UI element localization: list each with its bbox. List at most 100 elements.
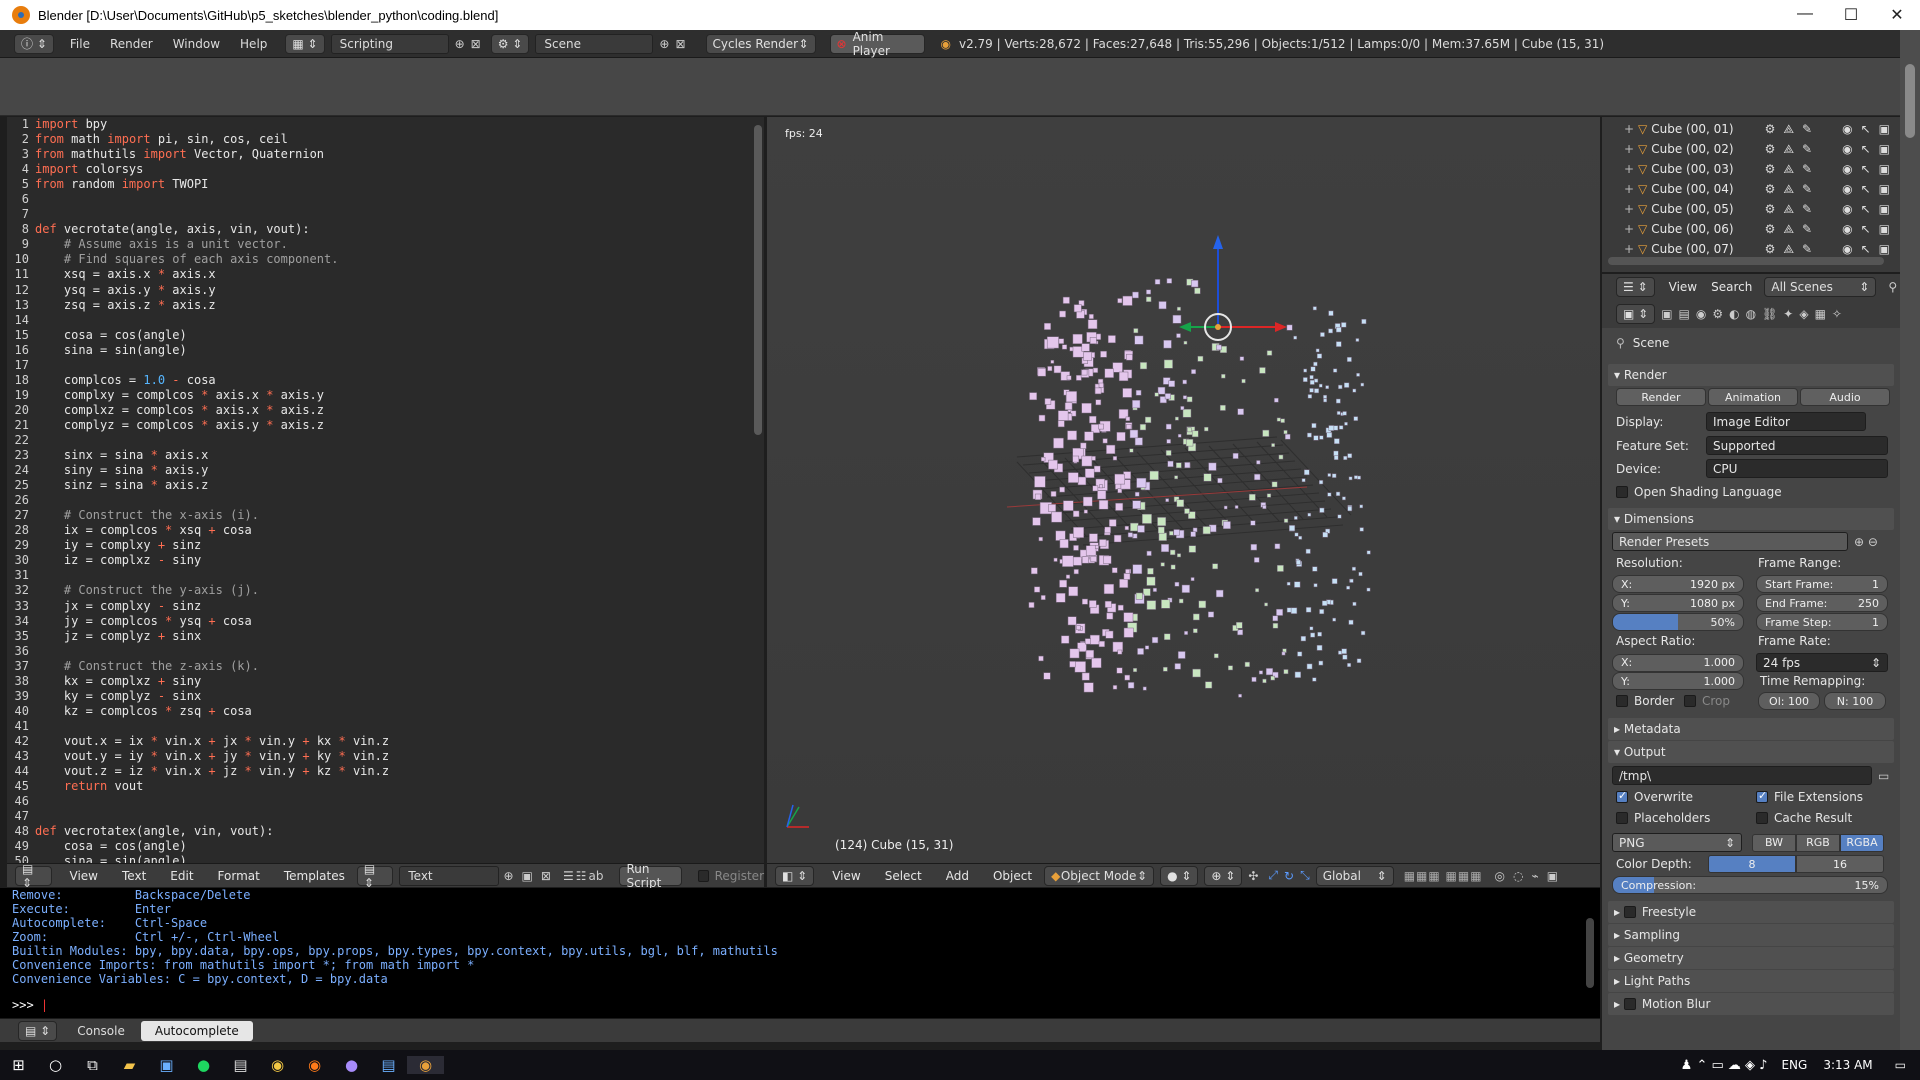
outliner-item[interactable]: + ▽ Cube (00, 06) ⚙ ⟁ ✎ ◉ ↖ ▣ bbox=[1602, 219, 1900, 239]
metadata-panel-header[interactable]: ▸ Metadata bbox=[1608, 718, 1894, 740]
frame-rate-select[interactable]: 24 fps ⇕ bbox=[1756, 653, 1888, 672]
modifier-icon[interactable]: ⚙ bbox=[1765, 182, 1776, 197]
expand-icon[interactable]: + bbox=[1624, 142, 1634, 156]
file-extensions-checkbox[interactable] bbox=[1756, 789, 1768, 803]
outliner-item[interactable]: + ▽ Cube (00, 07) ⚙ ⟁ ✎ ◉ ↖ ▣ bbox=[1602, 239, 1900, 259]
viewport-editor-type-icon[interactable]: ◧ ⇕ bbox=[775, 865, 815, 886]
modifier-icon[interactable]: ⚙ bbox=[1765, 122, 1776, 137]
wrench-icon[interactable]: ✎ bbox=[1802, 242, 1812, 257]
text-editor[interactable]: 1 import bpy 2 from math import pi, sin, co… bbox=[7, 117, 764, 863]
notifications-icon[interactable]: ▭ bbox=[1895, 1058, 1906, 1072]
eye-icon[interactable]: ◉ bbox=[1842, 142, 1852, 157]
vertex-icon[interactable]: ⟁ bbox=[1783, 122, 1794, 137]
outliner-item[interactable]: + ▽ Cube (00, 03) ⚙ ⟁ ✎ ◉ ↖ ▣ bbox=[1602, 159, 1900, 179]
console-menu-console[interactable]: Console bbox=[63, 1021, 139, 1041]
modifier-icon[interactable]: ⚙ bbox=[1765, 242, 1776, 257]
folder-icon[interactable]: ▭ bbox=[1878, 769, 1889, 783]
app-icon[interactable]: ▤ bbox=[370, 1056, 407, 1074]
render-panel-header[interactable]: ▾ Render bbox=[1608, 364, 1894, 386]
open-text-icon[interactable]: ▣ bbox=[522, 869, 533, 883]
eye-icon[interactable]: ◉ bbox=[1842, 202, 1852, 217]
window-scrollbar[interactable] bbox=[1900, 30, 1920, 1050]
te-menu-view[interactable]: View bbox=[70, 869, 98, 883]
vp-menu-select[interactable]: Select bbox=[885, 869, 922, 883]
console-scrollbar[interactable] bbox=[1586, 918, 1594, 988]
eye-icon[interactable]: ◉ bbox=[1842, 122, 1852, 137]
camera-icon[interactable]: ▣ bbox=[1879, 122, 1890, 137]
audio-button[interactable]: Audio bbox=[1800, 388, 1890, 406]
outliner-search-icon[interactable]: ⚲ bbox=[1888, 280, 1897, 294]
app-icon[interactable]: ▤ bbox=[222, 1056, 259, 1074]
line-numbers-toggle-icon[interactable]: ☰ bbox=[563, 869, 574, 883]
search-icon[interactable]: ○ bbox=[37, 1056, 74, 1074]
vertex-icon[interactable]: ⟁ bbox=[1783, 202, 1794, 217]
menu-render[interactable]: Render bbox=[110, 37, 153, 51]
output-panel-header[interactable]: ▾ Output bbox=[1608, 741, 1894, 763]
outliner-item[interactable]: + ▽ Cube (00, 04) ⚙ ⟁ ✎ ◉ ↖ ▣ bbox=[1602, 179, 1900, 199]
dimensions-panel-header[interactable]: ▾ Dimensions bbox=[1608, 508, 1894, 530]
spotify-icon[interactable]: ● bbox=[185, 1056, 222, 1074]
orientation-select[interactable]: Global ⇕ bbox=[1315, 865, 1394, 886]
proportional-edit-icon[interactable]: ◌ bbox=[1513, 869, 1523, 883]
outliner-item[interactable]: + ▽ Cube (00, 01) ⚙ ⟁ ✎ ◉ ↖ ▣ bbox=[1602, 119, 1900, 139]
frame-step-field[interactable]: Frame Step: 1 bbox=[1756, 613, 1888, 631]
cursor-icon[interactable]: ↖ bbox=[1861, 242, 1871, 257]
pin-icon[interactable]: ⚲ bbox=[1616, 336, 1625, 350]
expand-icon[interactable]: + bbox=[1624, 122, 1634, 136]
time-old-field[interactable]: Ol: 100 bbox=[1758, 692, 1820, 710]
scrollbar-thumb[interactable] bbox=[1905, 64, 1915, 138]
cursor-icon[interactable]: ↖ bbox=[1861, 162, 1871, 177]
color-depth-16[interactable]: 16 bbox=[1796, 855, 1884, 873]
rotate-icon[interactable]: ↻ bbox=[1284, 869, 1294, 883]
editor-type-icon[interactable]: ⓘ ⇕ bbox=[14, 33, 54, 54]
render-engine-select[interactable]: Cycles Render ⇕ bbox=[705, 33, 816, 54]
camera-icon[interactable]: ▣ bbox=[1879, 242, 1890, 257]
remove-scene-icon[interactable]: ⊠ bbox=[675, 37, 685, 51]
animation-button[interactable]: Animation bbox=[1708, 388, 1798, 406]
wrench-icon[interactable]: ✎ bbox=[1802, 222, 1812, 237]
eye-icon[interactable]: ◉ bbox=[1842, 182, 1852, 197]
vertex-icon[interactable]: ⟁ bbox=[1783, 142, 1794, 157]
resolution-y-field[interactable]: Y: 1080 px bbox=[1612, 594, 1744, 612]
outliner-item[interactable]: + ▽ Cube (00, 05) ⚙ ⟁ ✎ ◉ ↖ ▣ bbox=[1602, 199, 1900, 219]
cursor-icon[interactable]: ↖ bbox=[1861, 222, 1871, 237]
geometry-panel-header[interactable]: ▸ Geometry bbox=[1608, 947, 1894, 969]
wrench-icon[interactable]: ✎ bbox=[1802, 142, 1812, 157]
run-script-button[interactable]: Run Script bbox=[619, 862, 682, 890]
eye-icon[interactable]: ◉ bbox=[1842, 242, 1852, 257]
scale-icon[interactable]: ⤡ bbox=[1300, 868, 1310, 883]
outliner-item[interactable]: + ▽ Cube (00, 02) ⚙ ⟁ ✎ ◉ ↖ ▣ bbox=[1602, 139, 1900, 159]
register-checkbox[interactable] bbox=[697, 869, 709, 882]
cursor-icon[interactable]: ↖ bbox=[1861, 182, 1871, 197]
expand-icon[interactable]: + bbox=[1624, 222, 1634, 236]
motion-blur-panel-header[interactable]: ▸ Motion Blur bbox=[1608, 993, 1894, 1015]
outliner-menu-search[interactable]: Search bbox=[1711, 280, 1752, 294]
time-new-field[interactable]: N: 100 bbox=[1824, 692, 1886, 710]
translate-icon[interactable]: ⤢ bbox=[1268, 868, 1278, 883]
file-explorer-icon[interactable]: ▰ bbox=[111, 1056, 148, 1074]
remove-layout-icon[interactable]: ⊠ bbox=[471, 37, 481, 51]
start-icon[interactable]: ⊞ bbox=[0, 1056, 37, 1074]
add-layout-icon[interactable]: ⊕ bbox=[455, 37, 465, 51]
freestyle-checkbox[interactable] bbox=[1623, 906, 1636, 918]
render-presets-select[interactable]: Render Presets bbox=[1612, 532, 1848, 551]
layout-field[interactable]: Scripting bbox=[330, 33, 449, 54]
vp-menu-add[interactable]: Add bbox=[946, 869, 969, 883]
display-select[interactable]: Image Editor bbox=[1706, 412, 1866, 431]
cache-result-checkbox[interactable] bbox=[1756, 812, 1768, 824]
add-scene-icon[interactable]: ⊕ bbox=[659, 37, 669, 51]
scene-icon[interactable]: ⚙ ⇕ bbox=[490, 33, 530, 54]
modifier-icon[interactable]: ⚙ bbox=[1765, 142, 1776, 157]
properties-editor[interactable]: ▣ ⇕ ▣▤◉⚙◐◍⛓✦◈▦✧ ⚲ Scene ▾ Render Render A… bbox=[1602, 300, 1900, 1050]
menu-file[interactable]: File bbox=[70, 37, 90, 51]
modifier-icon[interactable]: ⚙ bbox=[1765, 222, 1776, 237]
close-button[interactable]: ✕ bbox=[1874, 5, 1920, 25]
task-view-icon[interactable]: ⧉ bbox=[74, 1056, 111, 1074]
text-editor-type-icon[interactable]: ▤ ⇕ bbox=[15, 862, 52, 890]
wrench-icon[interactable]: ✎ bbox=[1802, 162, 1812, 177]
camera-icon[interactable]: ▣ bbox=[1879, 222, 1890, 237]
console-prompt[interactable]: >>> | bbox=[12, 998, 48, 1012]
clock[interactable]: 3:13 AM bbox=[1823, 1058, 1872, 1072]
layers-grid[interactable]: ▦▦▦ ▦▦▦ bbox=[1404, 869, 1483, 883]
border-checkbox[interactable] bbox=[1616, 695, 1628, 707]
